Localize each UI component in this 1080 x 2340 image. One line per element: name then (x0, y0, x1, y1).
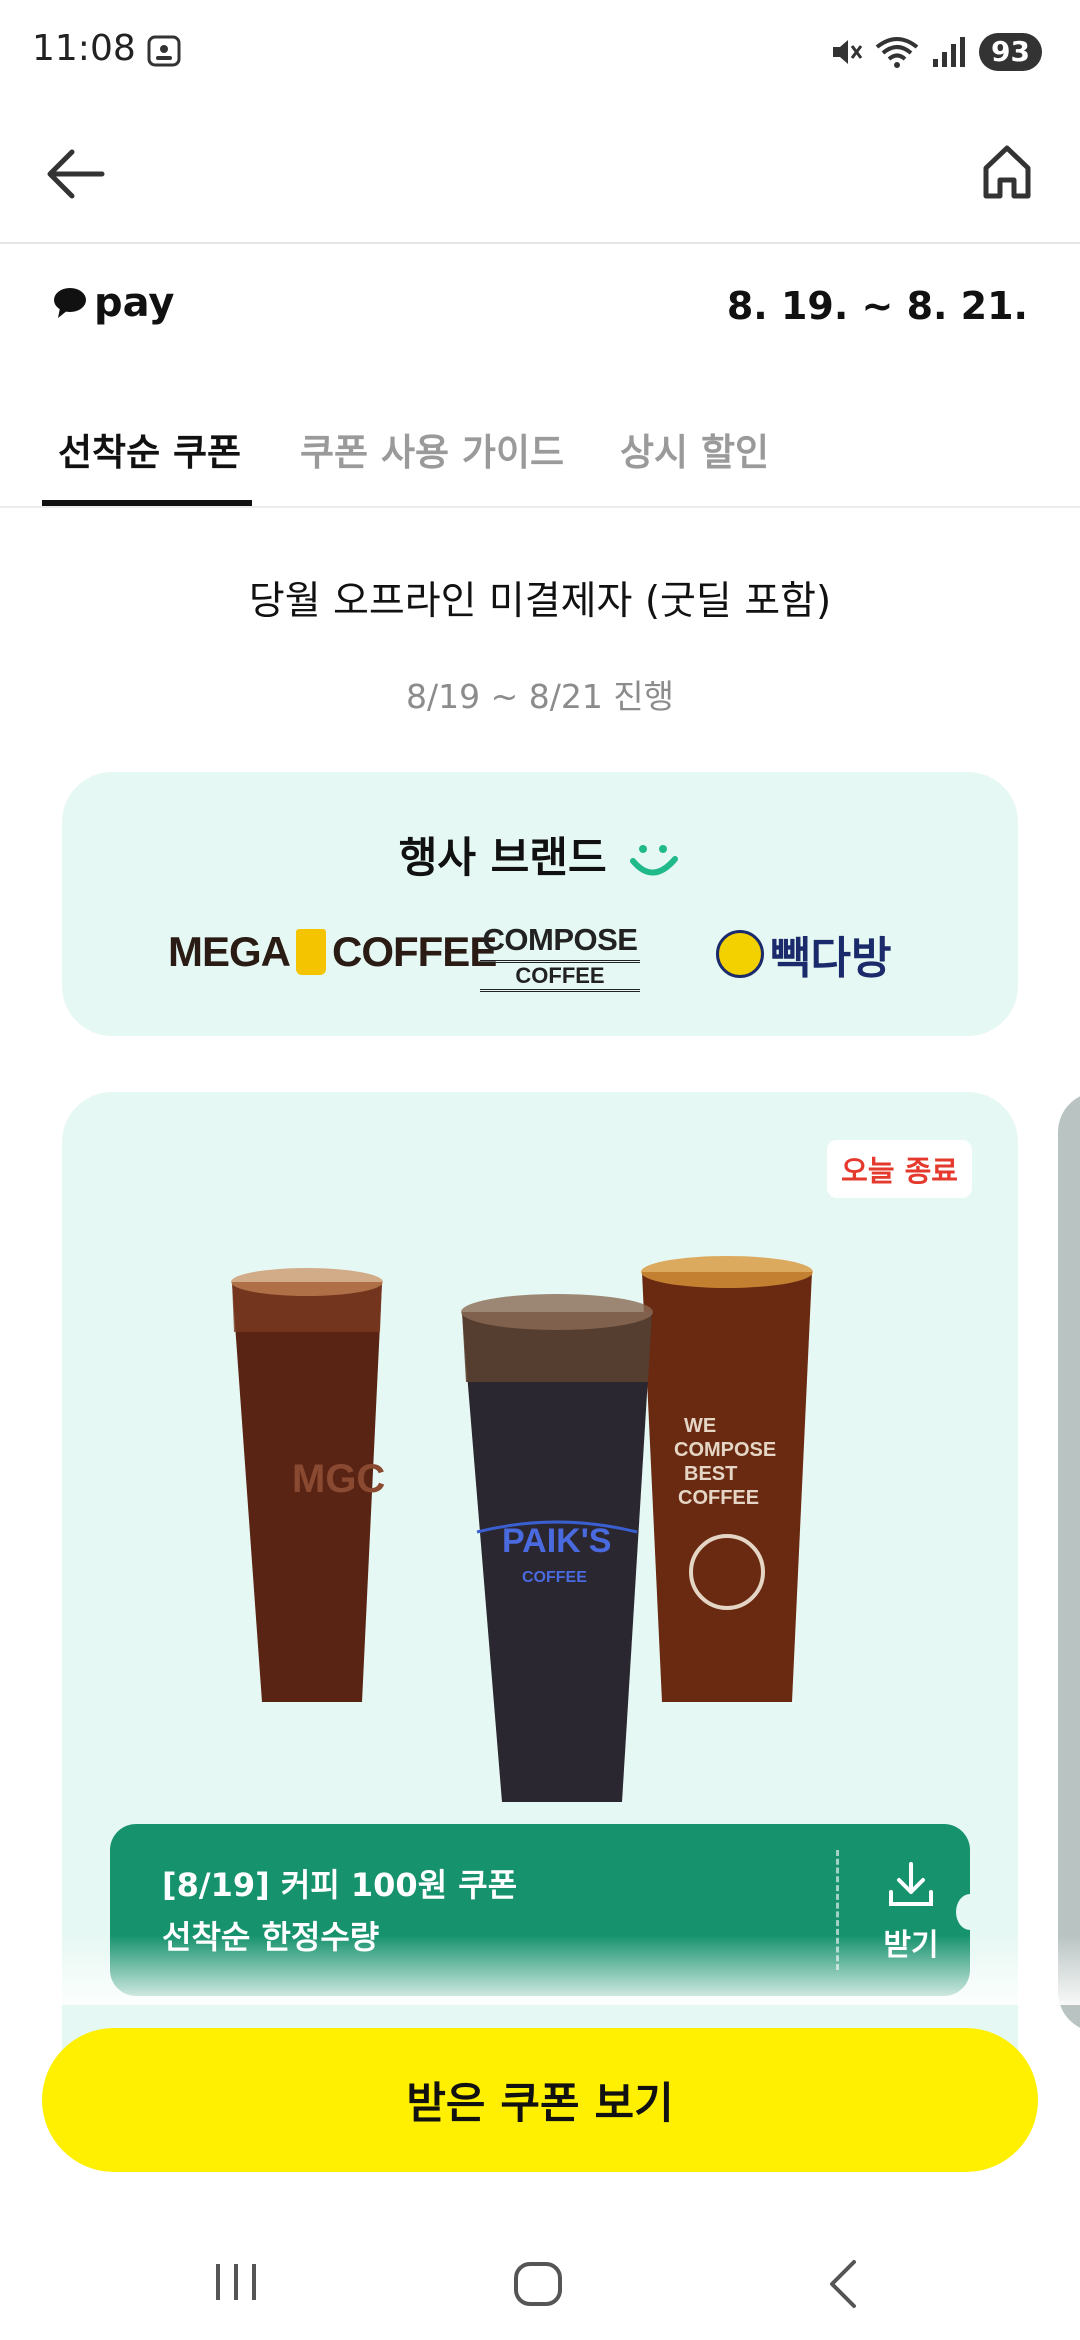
recent-apps-icon[interactable] (212, 2260, 262, 2304)
view-received-coupons-button[interactable]: 받은 쿠폰 보기 (42, 2028, 1038, 2172)
coupon-title: [8/19] 커피 100원 쿠폰 (162, 1866, 518, 1904)
iced-coffee-image: MGC WE COMPOSE BEST COFFEE PAIK'S COFFEE (231, 1256, 813, 1802)
compose-cup-image: WE COMPOSE BEST COFFEE (641, 1256, 813, 1702)
tab-coupon-guide[interactable]: 쿠폰 사용 가이드 (300, 422, 564, 508)
event-brands-card: 행사 브랜드 MEGA COFFEE COMPOSE COFFEE 빽다방 (62, 772, 1018, 1036)
coupon-card[interactable]: 오늘 종료 MGC WE COMPOSE BEST COFFEE PAIK'S … (62, 1092, 1018, 2052)
paik-coffee-logo: 빽다방 (716, 922, 891, 986)
screenshot-icon (147, 35, 181, 67)
compose-text: COMPOSE (482, 922, 638, 957)
home-icon[interactable] (972, 140, 1042, 204)
svg-text:WE: WE (684, 1415, 716, 1437)
svg-text:COFFEE: COFFEE (522, 1569, 587, 1586)
status-bar: 11:08 93 (0, 0, 1080, 104)
nav-back-icon[interactable] (820, 2256, 866, 2312)
active-tab-indicator (42, 500, 252, 506)
signal-icon (933, 37, 966, 67)
promo-period: 8. 19. ~ 8. 21. (726, 284, 1028, 328)
paik-face-icon (716, 930, 764, 978)
wifi-icon (875, 37, 919, 68)
compose-coffee-text: COFFEE (480, 960, 640, 992)
svg-text:MGC: MGC (292, 1457, 385, 1501)
paiks-cup-image: PAIK'S COFFEE (461, 1294, 653, 1802)
promo-header: pay 8. 19. ~ 8. 21. (0, 270, 1080, 340)
arrow-left-icon[interactable] (40, 144, 110, 204)
svg-text:COMPOSE: COMPOSE (674, 1439, 776, 1461)
target-title: 당월 오프라인 미결제자 (굿딜 포함) (248, 579, 832, 624)
mute-icon (833, 40, 863, 64)
paik-text: 빽다방 (770, 933, 892, 984)
nav-home-icon[interactable] (512, 2260, 564, 2308)
speech-bubble-icon (54, 288, 86, 318)
mega-coffee-logo: MEGA COFFEE (168, 928, 497, 976)
svg-text:COFFEE: COFFEE (678, 1487, 759, 1509)
target-period: 8/19 ~ 8/21 진행 (405, 677, 675, 716)
smile-icon (630, 844, 679, 875)
system-nav-bar (0, 2220, 1080, 2340)
download-icon (889, 1862, 933, 1906)
svg-text:PAIK'S: PAIK'S (502, 1522, 611, 1560)
tab-first-come-coupon[interactable]: 선착순 쿠폰 (58, 422, 241, 508)
tab-regular-discount[interactable]: 상시 할인 (620, 422, 769, 508)
strip-notch (956, 1894, 984, 1930)
next-coupon-card-peek[interactable] (1058, 1092, 1080, 2032)
mega-text: MEGA (168, 928, 291, 975)
mgc-cup-image: MGC (231, 1268, 385, 1702)
compose-coffee-logo: COMPOSE COFFEE (480, 922, 640, 992)
ending-today-badge: 오늘 종료 (827, 1140, 972, 1198)
event-brands-title: 행사 브랜드 (62, 824, 1018, 885)
scroll-fade (0, 1935, 1080, 2005)
status-icons: 93 (829, 30, 1042, 74)
tab-bar: 선착순 쿠폰 쿠폰 사용 가이드 상시 할인 (0, 400, 1080, 508)
kakaopay-logo: pay (52, 280, 174, 326)
app-bar (0, 104, 1080, 244)
status-time: 11:08 (32, 28, 136, 69)
mgc-cup-icon (296, 929, 326, 975)
pay-brand-text: pay (94, 280, 175, 326)
mega-coffee-text: COFFEE (332, 928, 497, 975)
battery-icon: 93 (979, 33, 1042, 71)
event-brands-label: 행사 브랜드 (398, 833, 607, 882)
svg-text:BEST: BEST (684, 1463, 737, 1485)
